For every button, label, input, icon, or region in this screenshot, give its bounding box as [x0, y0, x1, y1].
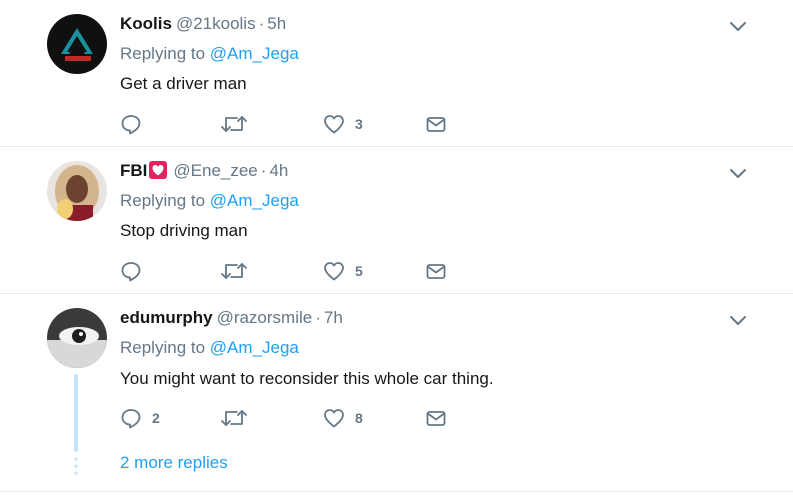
separator-dot: · — [315, 308, 321, 327]
like-count: 3 — [355, 116, 363, 132]
envelope-icon — [426, 264, 446, 279]
thread-connector-line — [74, 374, 78, 452]
retweet-button[interactable] — [220, 406, 258, 430]
replying-to-line: Replying to @Am_Jega — [120, 43, 299, 65]
like-count: 5 — [355, 263, 363, 279]
more-replies-link[interactable]: 2 more replies — [120, 452, 228, 474]
replying-to-line: Replying to @Am_Jega — [120, 337, 299, 359]
tweet-text: You might want to reconsider this whole … — [120, 369, 494, 388]
replies-feed: Koolis @21koolis · 5h Replying to @Am_Jega … — [0, 0, 793, 495]
timestamp[interactable]: 7h — [324, 308, 343, 327]
chevron-down-icon[interactable] — [728, 163, 748, 183]
direct-message-button[interactable] — [425, 112, 447, 136]
user-handle[interactable]: @Ene_zee — [173, 161, 257, 180]
heart-icon — [324, 262, 344, 281]
replying-to-mention[interactable]: @Am_Jega — [210, 338, 299, 357]
tweet-header: Koolis @21koolis · 5h — [120, 13, 286, 35]
display-name[interactable]: Koolis — [120, 14, 172, 33]
direct-message-button[interactable] — [425, 259, 447, 283]
timestamp[interactable]: 5h — [267, 14, 286, 33]
reply-icon — [121, 115, 141, 135]
reply-tweet[interactable]: Koolis @21koolis · 5h Replying to @Am_Jega … — [0, 0, 793, 147]
replying-to-label: Replying to — [120, 191, 206, 210]
separator-dot: · — [260, 161, 267, 180]
reply-count: 2 — [152, 410, 160, 426]
separator-dot: · — [258, 14, 265, 33]
retweet-button[interactable] — [220, 259, 258, 283]
timestamp[interactable]: 4h — [269, 161, 288, 180]
like-button[interactable]: 3 — [323, 112, 363, 136]
reply-tweet[interactable]: FBI @Ene_zee · 4h Replying to @Am_Jega Sto… — [0, 147, 793, 294]
user-handle[interactable]: @razorsmile — [217, 308, 313, 327]
avatar[interactable] — [47, 161, 107, 221]
avatar[interactable] — [47, 308, 107, 368]
replying-to-mention[interactable]: @Am_Jega — [210, 191, 299, 210]
replying-to-label: Replying to — [120, 44, 206, 63]
retweet-icon — [221, 263, 247, 279]
envelope-icon — [426, 117, 446, 132]
reply-icon — [121, 409, 141, 429]
reply-tweet[interactable]: edumurphy @razorsmile · 7h Replying to @Am_… — [0, 294, 793, 492]
display-name[interactable]: FBI — [120, 161, 147, 180]
chevron-down-icon[interactable] — [728, 16, 748, 36]
avatar[interactable] — [47, 14, 107, 74]
chevron-down-icon[interactable] — [728, 310, 748, 330]
envelope-icon — [426, 411, 446, 426]
thread-dots-icon — [74, 457, 78, 475]
red-heart-emoji-icon — [149, 161, 168, 179]
retweet-icon — [221, 116, 247, 132]
tweet-header: FBI @Ene_zee · 4h — [120, 160, 288, 182]
like-button[interactable]: 8 — [323, 406, 363, 430]
reply-icon — [121, 262, 141, 282]
tweet-header: edumurphy @razorsmile · 7h — [120, 307, 343, 329]
replying-to-label: Replying to — [120, 338, 206, 357]
heart-icon — [324, 115, 344, 134]
user-handle[interactable]: @21koolis — [176, 14, 256, 33]
reply-button[interactable] — [120, 112, 152, 136]
retweet-button[interactable] — [220, 112, 258, 136]
heart-icon — [324, 409, 344, 428]
tweet-text: Stop driving man — [120, 221, 248, 240]
reply-button[interactable] — [120, 259, 152, 283]
replying-to-mention[interactable]: @Am_Jega — [210, 44, 299, 63]
reply-button[interactable]: 2 — [120, 406, 160, 430]
replying-to-line: Replying to @Am_Jega — [120, 190, 299, 212]
display-name[interactable]: edumurphy — [120, 308, 213, 327]
tweet-text: Get a driver man — [120, 74, 247, 93]
retweet-icon — [221, 410, 247, 426]
like-button[interactable]: 5 — [323, 259, 363, 283]
like-count: 8 — [355, 410, 363, 426]
direct-message-button[interactable] — [425, 406, 447, 430]
